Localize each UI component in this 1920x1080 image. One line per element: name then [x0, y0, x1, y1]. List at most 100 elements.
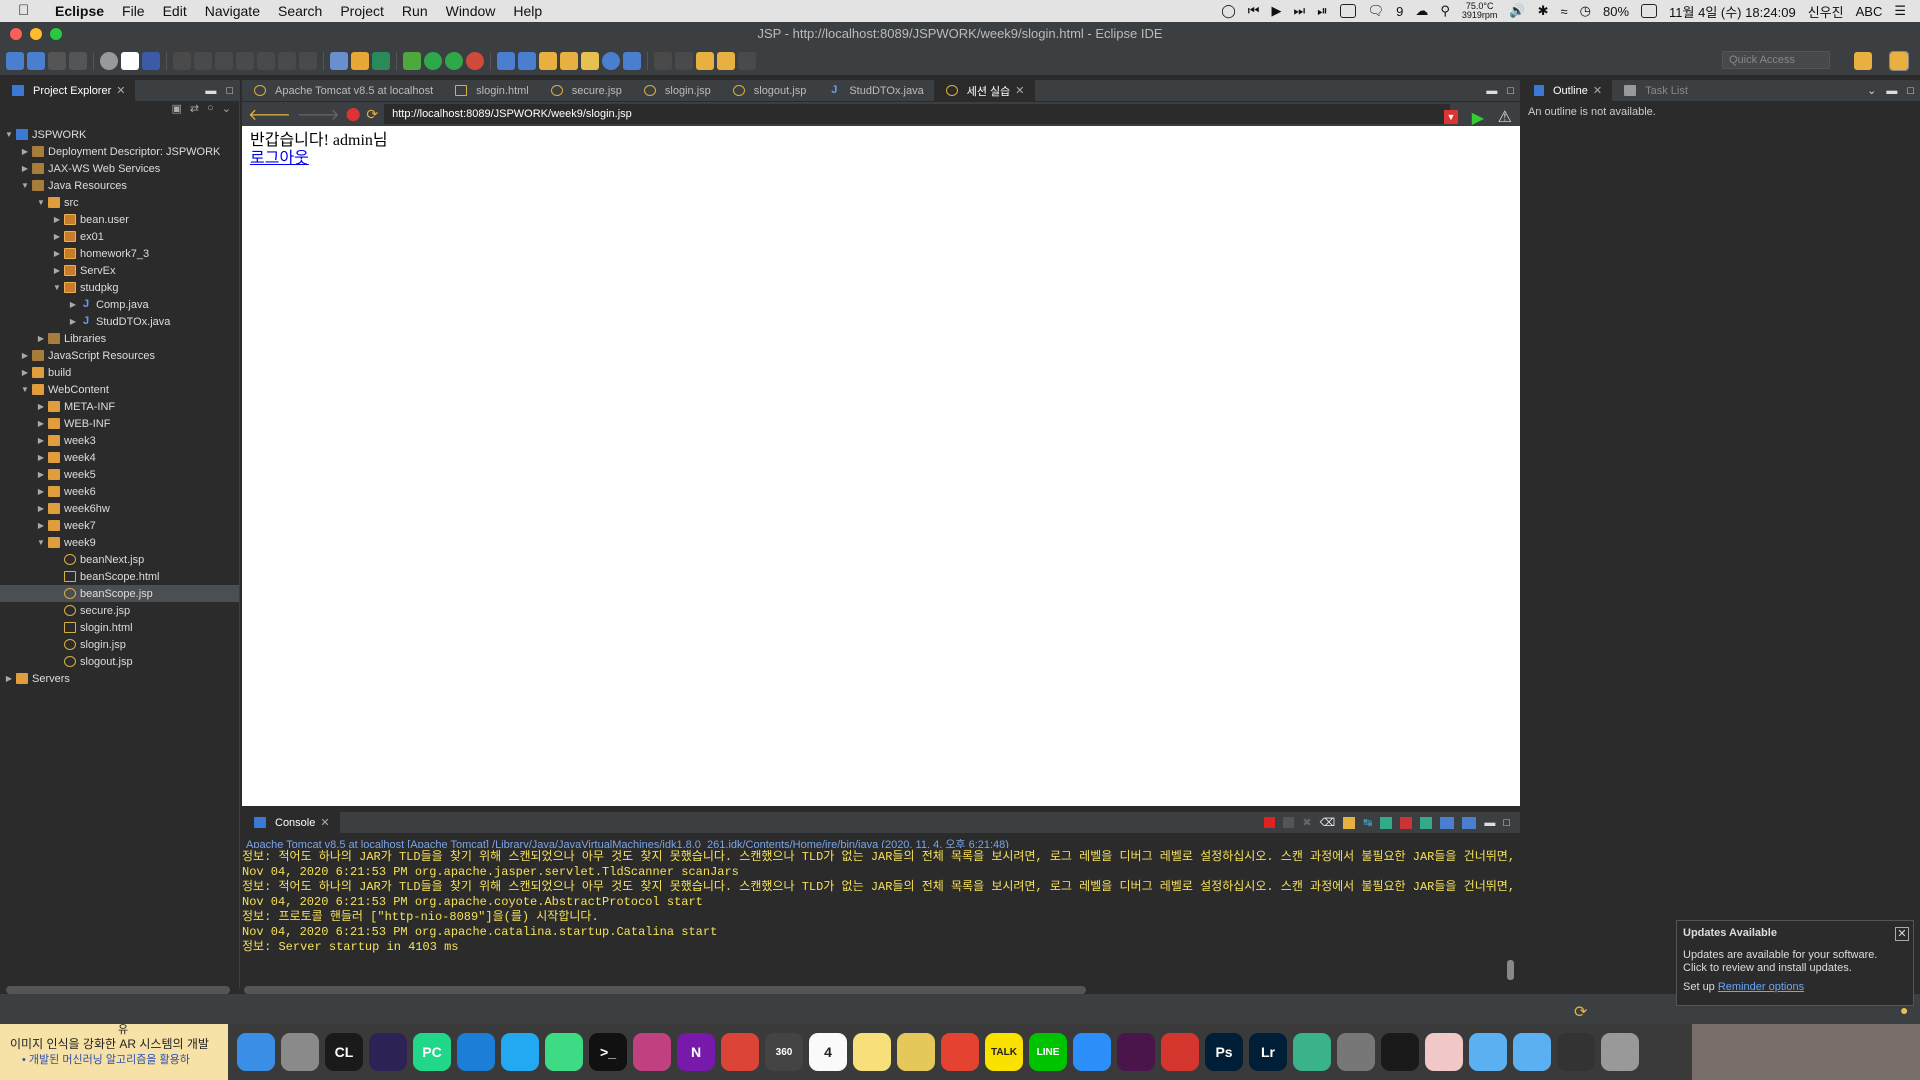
tree-item[interactable]: ▶ week3 [0, 432, 239, 449]
console-vscrollbar[interactable] [1507, 960, 1514, 980]
remote-desktop-icon[interactable] [1161, 1033, 1199, 1071]
tree-item[interactable]: beanScope.jsp [0, 585, 239, 602]
new-file-icon[interactable] [6, 51, 24, 70]
refresh-icon[interactable]: ⟳ [366, 106, 378, 123]
view-menu-icon[interactable]: ⌄ [222, 102, 231, 120]
external-tools-icon[interactable] [466, 51, 484, 70]
folder-downloads-icon[interactable] [1469, 1033, 1507, 1071]
view-menu-icon[interactable]: ⌄ [1867, 84, 1876, 97]
new-package-icon[interactable] [518, 51, 536, 70]
minimize-icon[interactable]: ▬ [1484, 817, 1495, 829]
cloud-icon[interactable]: ☁ [1415, 3, 1428, 19]
clock[interactable]: 11월 4일 (수) 18:24:09 [1669, 2, 1796, 21]
time-machine-icon[interactable]: ◷ [1580, 3, 1591, 19]
tree-item[interactable]: ▼ Java Resources [0, 177, 239, 194]
tab-console[interactable]: Console ✕ [242, 811, 340, 834]
lightroom-icon[interactable]: Lr [1249, 1033, 1287, 1071]
play-icon[interactable]: ▶ [1271, 3, 1281, 19]
back-icon[interactable] [717, 51, 735, 70]
tab-project-explorer[interactable]: Project Explorer ✕ [0, 79, 136, 102]
web-browser-icon[interactable] [602, 51, 620, 70]
tab-editor-5[interactable]: J StudDTOx.java [816, 80, 933, 102]
todoist-icon[interactable] [941, 1033, 979, 1071]
maximize-icon[interactable]: □ [1507, 85, 1514, 97]
minimize-icon[interactable]: ▬ [1486, 85, 1497, 97]
tree-item[interactable]: ▼ WebContent [0, 381, 239, 398]
collapsed-arrow-icon[interactable]: ▶ [36, 487, 46, 496]
scroll-lock-icon[interactable] [1343, 816, 1356, 829]
android-studio-icon[interactable] [545, 1033, 583, 1071]
new-project-icon[interactable] [27, 51, 45, 70]
control-center-icon[interactable]: ☰ [1894, 3, 1906, 19]
tree-item[interactable]: ▶ Libraries [0, 330, 239, 347]
close-icon[interactable]: ✕ [320, 816, 329, 829]
show-stderr-icon[interactable] [1400, 816, 1413, 829]
onenote-icon[interactable]: N [677, 1033, 715, 1071]
zoom-window-button[interactable] [50, 28, 62, 40]
menu-window[interactable]: Window [437, 0, 505, 22]
tree-item[interactable]: ▼ studpkg [0, 279, 239, 296]
explorer-hscrollbar[interactable] [6, 986, 230, 994]
tree-item[interactable]: ▶ week7 [0, 517, 239, 534]
focus-icon[interactable]: ○ [207, 102, 214, 120]
maximize-icon[interactable]: □ [226, 85, 233, 97]
brain-icon[interactable] [1293, 1033, 1331, 1071]
console-icon[interactable] [121, 51, 139, 70]
close-icon[interactable]: ✕ [1015, 84, 1024, 97]
collapsed-arrow-icon[interactable]: ▶ [36, 453, 46, 462]
tree-item[interactable]: ▶ week6hw [0, 500, 239, 517]
expanded-arrow-icon[interactable]: ▼ [52, 283, 62, 292]
tree-item[interactable]: ▶ ex01 [0, 228, 239, 245]
menu-navigate[interactable]: Navigate [196, 0, 269, 22]
expanded-arrow-icon[interactable]: ▼ [20, 385, 30, 394]
close-icon[interactable]: ✕ [1895, 927, 1909, 941]
suspend-icon[interactable] [194, 51, 212, 70]
menu-search[interactable]: Search [269, 0, 331, 22]
expanded-arrow-icon[interactable]: ▼ [36, 538, 46, 547]
terminate-icon[interactable] [1264, 817, 1276, 828]
minimize-icon[interactable]: ▬ [205, 85, 216, 97]
temp-readout[interactable]: 75.0°C 3919rpm [1462, 2, 1498, 20]
search-icon[interactable]: ⚲ [1440, 3, 1450, 19]
tree-item[interactable]: ▶ JAX-WS Web Services [0, 160, 239, 177]
collapsed-arrow-icon[interactable]: ▶ [68, 300, 78, 309]
collapsed-arrow-icon[interactable]: ▶ [36, 334, 46, 343]
close-icon[interactable]: ✕ [1593, 84, 1602, 97]
debug-icon[interactable] [403, 51, 421, 70]
system-preferences-icon[interactable] [1337, 1033, 1375, 1071]
forward-icon[interactable] [738, 51, 756, 70]
volume-icon[interactable]: 🔊 [1509, 3, 1525, 19]
profile-icon[interactable] [100, 51, 118, 70]
collapsed-arrow-icon[interactable]: ▶ [36, 470, 46, 479]
archive-icon[interactable] [1557, 1033, 1595, 1071]
sync-icon[interactable]: ⟳ [1574, 1002, 1587, 1022]
annotation-icon[interactable] [654, 51, 672, 70]
notification-count[interactable]: 9 [1396, 4, 1403, 19]
warning-icon[interactable]: ⚠ [1498, 107, 1512, 127]
tree-item[interactable]: ▶ build [0, 364, 239, 381]
wifi-icon[interactable]: ≈ [1561, 4, 1568, 19]
menu-file[interactable]: File [113, 0, 154, 22]
terminate-icon[interactable] [215, 51, 233, 70]
360-icon[interactable]: 360 [765, 1033, 803, 1071]
display-console-icon[interactable] [1440, 816, 1455, 829]
calendar-icon[interactable]: 4 [809, 1033, 847, 1071]
close-window-button[interactable] [10, 28, 22, 40]
pin-console-icon[interactable] [1420, 816, 1433, 829]
open-perspective-icon[interactable] [1854, 52, 1872, 70]
console-hscrollbar[interactable] [244, 986, 1086, 994]
tree-item[interactable]: ▶ WEB-INF [0, 415, 239, 432]
collapsed-arrow-icon[interactable]: ▶ [20, 368, 30, 377]
tab-editor-1[interactable]: slogin.html [443, 80, 539, 102]
collapsed-arrow-icon[interactable]: ▶ [36, 402, 46, 411]
reminder-options-link[interactable]: Reminder options [1718, 981, 1804, 993]
task-icon[interactable] [623, 51, 641, 70]
tree-item[interactable]: ▶ META-INF [0, 398, 239, 415]
tree-item[interactable]: ▶ ServEx [0, 262, 239, 279]
tree-item[interactable]: slogin.jsp [0, 636, 239, 653]
last-edit-icon[interactable] [696, 51, 714, 70]
eclipse-icon[interactable] [369, 1033, 407, 1071]
next-annotation-icon[interactable] [675, 51, 693, 70]
back-arrow-icon[interactable]: 🡐 [248, 104, 291, 125]
kakaotalk-icon[interactable]: TALK [985, 1033, 1023, 1071]
